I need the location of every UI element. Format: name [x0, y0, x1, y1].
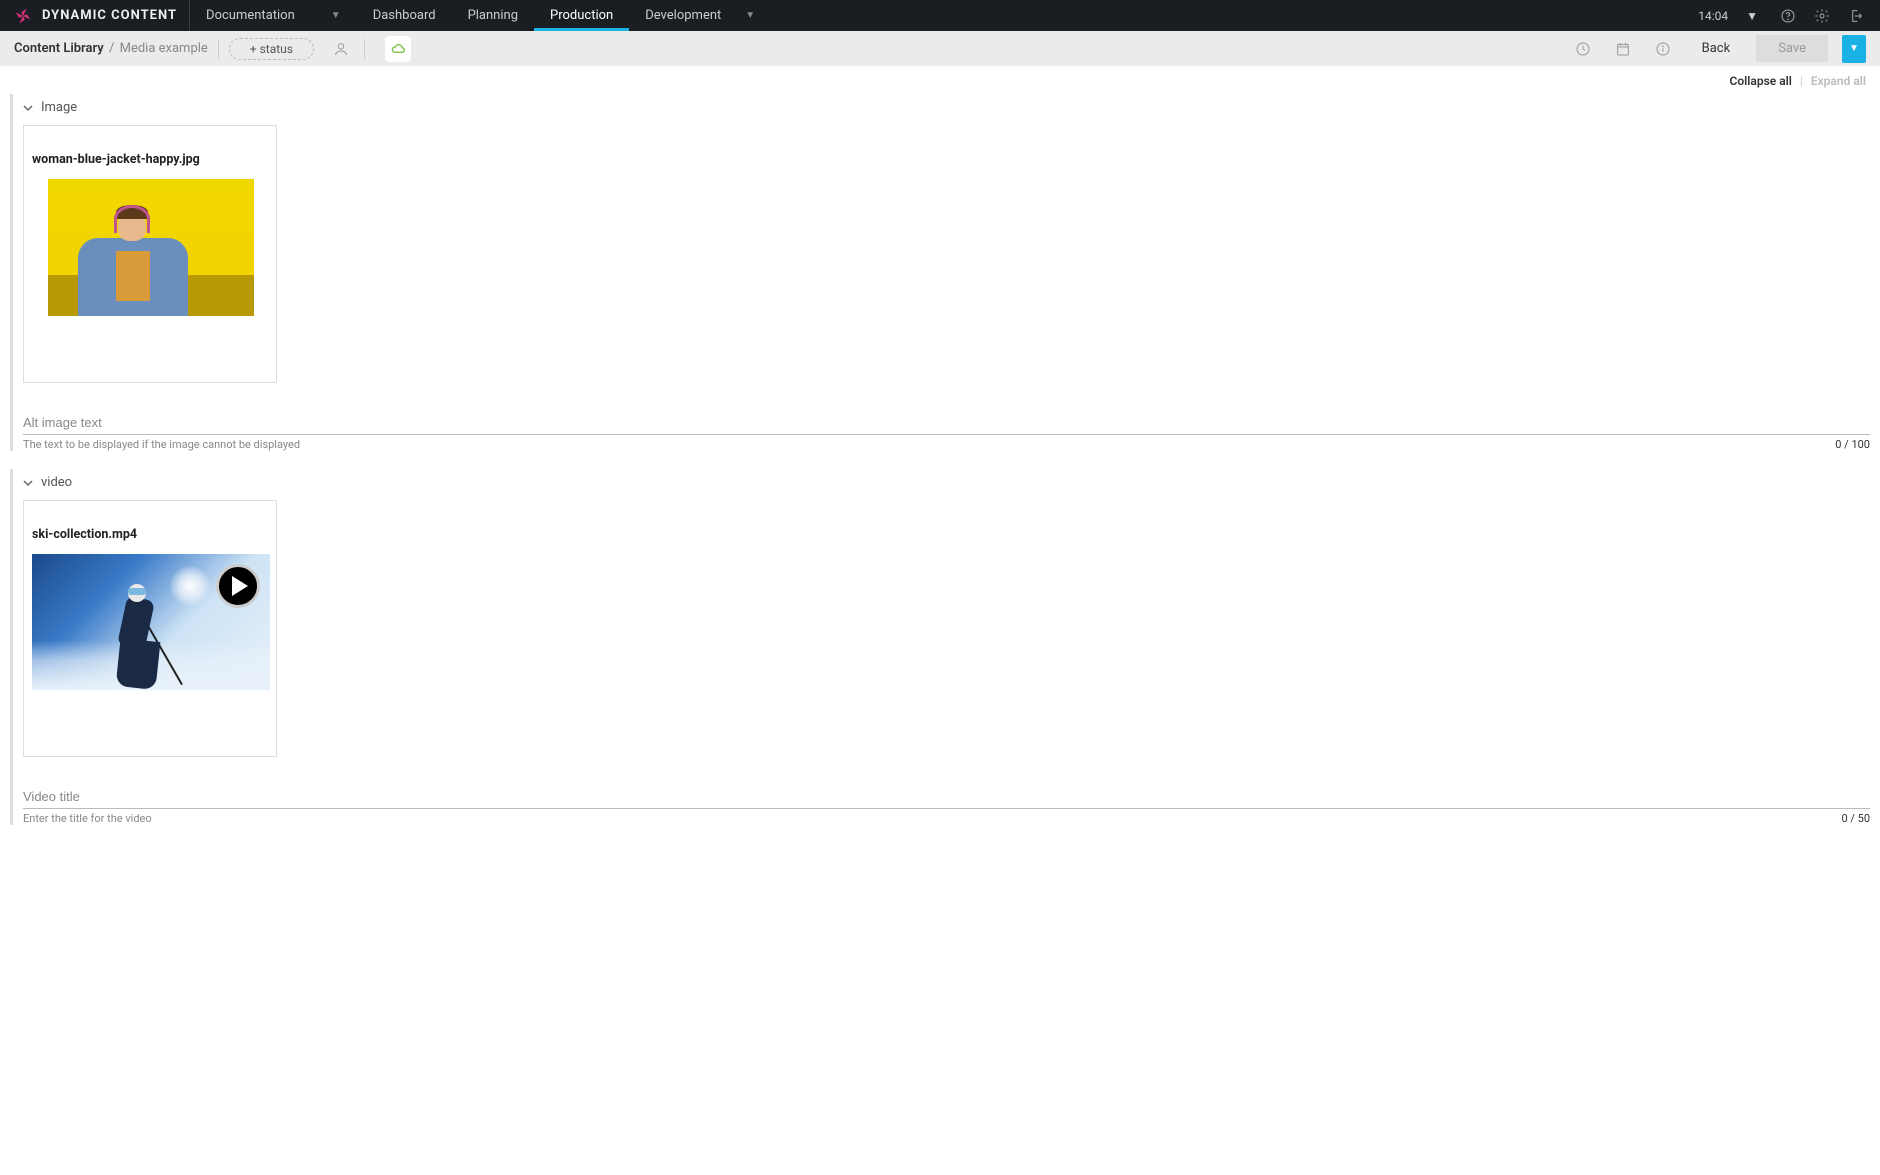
brand-text: DYNAMIC CONTENT	[42, 8, 177, 23]
logout-icon[interactable]	[1842, 2, 1870, 30]
nav-dashboard[interactable]: Dashboard	[357, 0, 452, 31]
section-image: Image woman-blue-jacket-happy.jpg The te…	[0, 94, 1880, 451]
breadcrumb: Content Library / Media example	[14, 41, 208, 56]
section-video: video ski-collection.mp4 Enter the title…	[0, 469, 1880, 825]
field-help: The text to be displayed if the image ca…	[23, 438, 300, 451]
time-dropdown[interactable]: 14:04 ▼	[1688, 9, 1768, 23]
media-filename: ski-collection.mp4	[32, 509, 268, 554]
help-icon[interactable]	[1774, 2, 1802, 30]
save-dropdown[interactable]: ▼	[1842, 35, 1866, 63]
video-thumbnail	[32, 554, 270, 690]
assignee-icon[interactable]	[328, 36, 354, 62]
breadcrumb-leaf: Media example	[120, 41, 208, 56]
nav-development[interactable]: Development	[629, 0, 737, 31]
field-count: 0 / 50	[1841, 812, 1870, 825]
chevron-down-icon	[23, 103, 33, 113]
field-help: Enter the title for the video	[23, 812, 152, 825]
alt-text-input[interactable]	[23, 411, 1870, 435]
expand-all-link: Expand all	[1811, 74, 1866, 88]
brand-logo[interactable]: DYNAMIC CONTENT	[0, 0, 190, 31]
history-icon[interactable]	[1570, 36, 1596, 62]
sub-bar: Content Library / Media example + status…	[0, 31, 1880, 66]
save-button[interactable]: Save	[1756, 35, 1828, 62]
cloud-sync-button[interactable]	[385, 36, 411, 62]
status-button[interactable]: + status	[229, 38, 314, 60]
caret-down-icon: ▼	[331, 10, 341, 21]
nav-planning[interactable]: Planning	[452, 0, 534, 31]
field-alt-text: The text to be displayed if the image ca…	[23, 411, 1870, 451]
field-count: 0 / 100	[1835, 438, 1870, 451]
section-header-video[interactable]: video	[23, 469, 1870, 496]
caret-down-icon: ▼	[745, 10, 755, 21]
caret-down-icon: ▼	[1746, 9, 1758, 23]
media-card-video[interactable]: ski-collection.mp4	[23, 500, 277, 757]
top-nav: DYNAMIC CONTENT Documentation ▼ Dashboar…	[0, 0, 1880, 31]
settings-icon[interactable]	[1808, 2, 1836, 30]
image-thumbnail	[48, 179, 254, 316]
collapse-bar: Collapse all | Expand all	[0, 66, 1880, 94]
media-filename: woman-blue-jacket-happy.jpg	[32, 134, 268, 179]
section-header-image[interactable]: Image	[23, 94, 1870, 121]
back-button[interactable]: Back	[1690, 41, 1743, 56]
nav-production[interactable]: Production	[534, 0, 629, 31]
nav-more-dropdown[interactable]: ▼	[737, 0, 763, 31]
calendar-icon[interactable]	[1610, 36, 1636, 62]
nav-dropdown-documentation[interactable]: Documentation ▼	[190, 0, 357, 31]
play-icon[interactable]	[216, 564, 260, 608]
media-card-image[interactable]: woman-blue-jacket-happy.jpg	[23, 125, 277, 383]
collapse-all-link[interactable]: Collapse all	[1730, 74, 1792, 88]
field-video-title: Enter the title for the video 0 / 50	[23, 785, 1870, 825]
video-title-input[interactable]	[23, 785, 1870, 809]
info-icon[interactable]	[1650, 36, 1676, 62]
chevron-down-icon	[23, 478, 33, 488]
breadcrumb-root[interactable]: Content Library	[14, 41, 104, 56]
pinwheel-icon	[12, 5, 34, 27]
